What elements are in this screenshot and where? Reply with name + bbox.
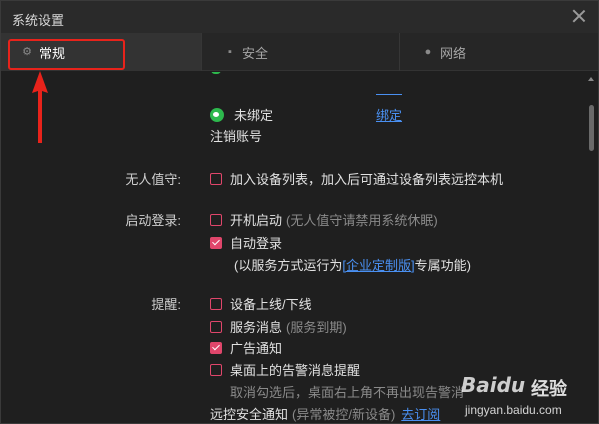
remind-service-text: 服务消息 (230, 320, 283, 335)
remind-service-note: (服务到期) (286, 320, 347, 335)
watermark-text: 经验 (531, 379, 567, 399)
remind-online-text: 设备上线/下线 (230, 297, 312, 312)
logout-link[interactable]: 注销账号 (210, 126, 262, 145)
security-notice-note: (异常被控/新设备) (292, 407, 396, 422)
bind-link-row: 绑定 (376, 105, 402, 124)
title-bar: 系统设置 (1, 1, 598, 33)
security-notice-text: 远控安全通知 (210, 407, 289, 422)
tab-security-label: 安全 (242, 45, 269, 61)
remind-online-option[interactable]: 设备上线/下线 (210, 294, 312, 313)
tab-network[interactable]: ● 网络 (399, 33, 598, 71)
add-device-option[interactable]: 加入设备列表，加入后可通过设备列表远控本机 (210, 169, 503, 188)
autologin-checkbox[interactable] (210, 236, 222, 249)
watermark-logo: Baidu (461, 373, 526, 397)
network-icon: ● (424, 46, 432, 58)
startup-label: 启动登录: (125, 213, 181, 228)
window-title: 系统设置 (12, 13, 65, 28)
boot-text: 开机启动 (230, 213, 283, 228)
service-note: (以服务方式运行为 [企业定制版] 专属功能) (234, 255, 471, 274)
boot-note: (无人值守请禁用系统休眠) (286, 213, 438, 228)
autologin-option[interactable]: 自动登录 (210, 233, 282, 252)
wechat-row: 未绑定 (210, 105, 273, 124)
logout-row: 注销账号 (210, 126, 262, 145)
close-icon[interactable] (572, 9, 586, 23)
watermark-url: jingyan.baidu.com (465, 403, 562, 417)
bind-link[interactable]: 绑定 (376, 105, 402, 124)
account-top-cutoff (211, 72, 221, 74)
enterprise-link[interactable]: [企业定制版] (342, 255, 414, 274)
add-device-checkbox[interactable] (210, 172, 222, 185)
remind-label: 提醒: (151, 297, 181, 312)
remind-desktop-checkbox[interactable] (210, 363, 222, 376)
remind-desktop-option[interactable]: 桌面上的告警消息提醒 (210, 360, 360, 379)
boot-checkbox[interactable] (210, 213, 222, 226)
scrollbar-thumb[interactable] (589, 105, 594, 151)
scroll-up-icon[interactable] (588, 77, 594, 81)
security-notice-row: 远控安全通知 (异常被控/新设备) 去订阅 (210, 404, 440, 423)
link-underline-fragment (376, 94, 402, 95)
service-note-prefix: (以服务方式运行为 (234, 258, 343, 273)
remind-ads-option[interactable]: 广告通知 (210, 338, 282, 357)
add-device-text: 加入设备列表，加入后可通过设备列表远控本机 (230, 172, 504, 187)
baidu-jingyan-watermark: Baidu 经验 jingyan.baidu.com (461, 373, 596, 423)
wechat-status: 未绑定 (234, 108, 274, 123)
tab-security[interactable]: ▪ 安全 (201, 33, 399, 71)
remind-desktop-text: 桌面上的告警消息提醒 (230, 363, 361, 378)
unattended-label: 无人值守: (125, 172, 181, 187)
remind-online-checkbox[interactable] (210, 297, 222, 310)
remind-ads-text: 广告通知 (230, 341, 283, 356)
tab-network-label: 网络 (440, 45, 467, 61)
remind-service-option[interactable]: 服务消息 (服务到期) (210, 317, 347, 336)
wechat-icon (210, 107, 224, 122)
autologin-text: 自动登录 (230, 236, 283, 251)
annotation-highlight-box (8, 39, 125, 70)
boot-option[interactable]: 开机启动 (无人值守请禁用系统休眠) (210, 210, 438, 229)
remind-service-checkbox[interactable] (210, 320, 222, 333)
settings-window: 系统设置 ⚙ 常规 ▪ 安全 ● 网络 未绑定 绑定 注销账号 无人值守: 加入… (0, 0, 599, 424)
security-icon: ▪ (228, 46, 232, 58)
settings-content: 未绑定 绑定 注销账号 无人值守: 加入设备列表，加入后可通过设备列表远控本机 … (1, 72, 598, 424)
desktop-note: 取消勾选后，桌面右上角不再出现告警消 (230, 385, 465, 400)
annotation-arrow-icon (32, 71, 48, 143)
remind-ads-checkbox[interactable] (210, 341, 222, 354)
service-note-suffix: 专属功能) (414, 258, 471, 273)
desktop-note-row: 取消勾选后，桌面右上角不再出现告警消 (230, 382, 464, 401)
subscribe-link[interactable]: 去订阅 (401, 404, 440, 423)
